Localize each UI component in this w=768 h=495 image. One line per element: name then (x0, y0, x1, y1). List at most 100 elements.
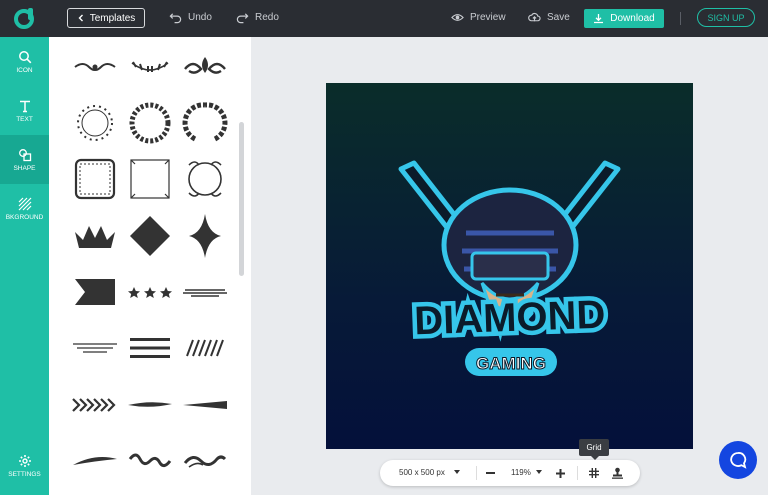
logo-title-text: DIAMOND (414, 293, 607, 344)
fleur-ornament-icon (184, 57, 226, 74)
shape-wreath-laurel[interactable] (126, 99, 174, 147)
wreath-dotted-icon (77, 105, 113, 141)
undo-button[interactable]: Undo (169, 11, 212, 24)
shape-tapered-wedge[interactable] (181, 381, 229, 429)
shape-ornament-fleur[interactable] (181, 43, 229, 91)
ornament-scroll-icon (74, 63, 116, 71)
chevron-left-icon (78, 14, 83, 22)
canvas-controls-bar: 500 x 500 px 119% (380, 460, 640, 486)
stamp-icon[interactable] (612, 467, 623, 479)
top-toolbar: Templates Undo Redo Preview Save Downloa… (0, 0, 768, 37)
zoom-out-icon[interactable] (486, 472, 495, 474)
caret-down-icon[interactable] (454, 470, 460, 475)
shape-triple-bars[interactable] (126, 324, 174, 372)
frame-square-icon (130, 159, 170, 199)
ribbon-flag-icon (75, 279, 115, 305)
crown-icon (75, 226, 115, 248)
frame-flourish-icon (188, 161, 222, 197)
three-stars-icon (128, 287, 172, 298)
sidebar-item-label: TEXT (16, 115, 33, 123)
undo-label: Undo (188, 12, 212, 23)
grid-tooltip: Grid (579, 439, 609, 460)
shape-frame-ornate[interactable] (71, 155, 119, 203)
zoom-level-select[interactable]: 119% (511, 468, 531, 477)
save-label: Save (547, 12, 570, 23)
grid-icon[interactable] (589, 468, 599, 478)
controls-divider (476, 466, 477, 480)
download-icon (594, 14, 604, 24)
shape-curl-ornament[interactable] (126, 437, 174, 485)
shape-three-stars[interactable] (126, 268, 174, 316)
shape-frame-square[interactable] (126, 155, 174, 203)
sidebar-item-shape[interactable]: SHAPE (0, 135, 49, 184)
controls-divider (577, 466, 578, 480)
frame-ornate-icon (74, 158, 116, 200)
shapes-panel (49, 37, 251, 495)
canvas-size-select[interactable]: 500 x 500 px (399, 468, 445, 477)
toolbar-divider (680, 12, 681, 25)
tapered-line-icon (128, 402, 172, 407)
sidebar-item-icon[interactable]: ICON (0, 37, 49, 86)
shape-ornament-scroll[interactable] (71, 43, 119, 91)
shape-double-line[interactable] (181, 268, 229, 316)
shape-brush-stroke[interactable] (71, 437, 119, 485)
caret-down-icon[interactable] (536, 470, 542, 475)
shape-slash-stripes[interactable] (181, 324, 229, 372)
sparkle-icon (189, 214, 221, 258)
designer-logo-icon[interactable] (13, 6, 37, 30)
sidebar-item-label: SETTINGS (8, 470, 41, 478)
slash-stripes-icon (186, 339, 224, 357)
shape-wreath-leaf[interactable] (181, 99, 229, 147)
sidebar-item-label: BKGROUND (5, 213, 44, 221)
shape-crown[interactable] (71, 212, 119, 260)
shape-ornament-laurel-small[interactable] (126, 43, 174, 91)
sidebar-item-settings[interactable]: SETTINGS (0, 441, 49, 490)
diamond-icon (130, 216, 170, 256)
chevrons-icon (72, 398, 116, 412)
shape-diamond[interactable] (126, 212, 174, 260)
helmet-icon (441, 187, 579, 312)
logo-subtitle-text: GAMING (476, 354, 546, 373)
zoom-in-icon[interactable] (556, 469, 565, 478)
shape-ribbon-flag[interactable] (71, 268, 119, 316)
double-line-icon (183, 289, 227, 297)
sidebar-item-label: ICON (16, 66, 33, 74)
signup-button[interactable]: SIGN UP (697, 8, 755, 27)
shapes-icon (18, 148, 31, 161)
chat-support-button[interactable] (719, 441, 757, 479)
wreath-laurel-icon (129, 102, 171, 144)
search-icon (18, 50, 31, 63)
triple-bars-icon (130, 338, 170, 358)
shape-sparkle[interactable] (181, 212, 229, 260)
background-pattern-icon (18, 197, 31, 210)
gaming-logo-artwork[interactable]: DIAMOND GAMING (326, 83, 693, 449)
shape-divider-lines[interactable] (71, 324, 119, 372)
redo-button[interactable]: Redo (236, 11, 279, 24)
cloud-upload-icon (528, 12, 541, 22)
preview-button[interactable]: Preview (451, 11, 506, 24)
curl-ornament-icon (128, 453, 172, 468)
wreath-leaf-icon (182, 102, 228, 142)
panel-scrollbar[interactable] (239, 122, 244, 276)
chat-bubble-icon (730, 452, 747, 469)
undo-icon (169, 13, 182, 24)
redo-icon (236, 13, 249, 24)
shape-chevrons[interactable] (71, 381, 119, 429)
templates-button[interactable]: Templates (67, 8, 145, 28)
shape-wreath-dotted[interactable] (71, 99, 119, 147)
download-button[interactable]: Download (584, 9, 664, 28)
sidebar-item-background[interactable]: BKGROUND (0, 184, 49, 233)
save-button[interactable]: Save (528, 11, 570, 24)
laurel-branch-icon (131, 61, 169, 72)
design-canvas[interactable]: DIAMOND GAMING (326, 83, 693, 449)
preview-label: Preview (470, 12, 506, 23)
tool-sidebar: ICON TEXT SHAPE BKGROUND SETTINGS (0, 37, 49, 495)
eye-icon (451, 14, 464, 21)
shape-frame-flourish[interactable] (181, 155, 229, 203)
brush-stroke-icon (73, 457, 117, 465)
tapered-wedge-icon (183, 401, 227, 409)
wave-ornament-icon (183, 455, 227, 468)
shape-wave-ornament[interactable] (181, 437, 229, 485)
sidebar-item-text[interactable]: TEXT (0, 86, 49, 135)
shape-tapered-line[interactable] (126, 381, 174, 429)
